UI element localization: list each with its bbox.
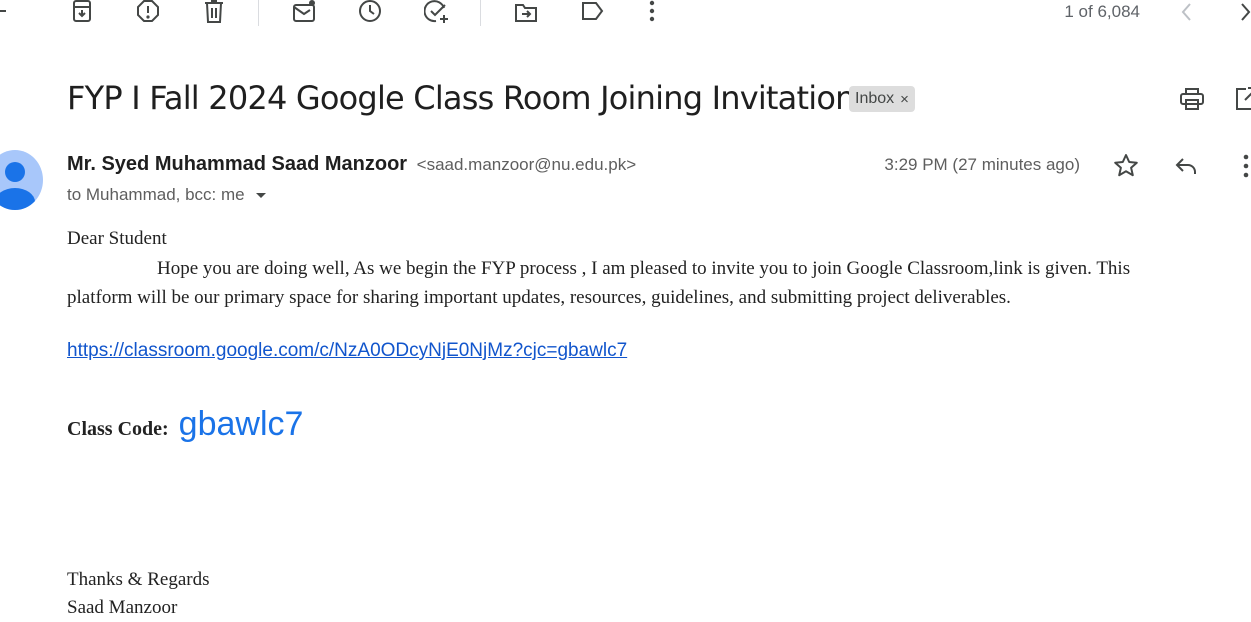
email-timestamp: 3:29 PM (27 minutes ago) [884, 155, 1080, 174]
class-code-label: Class Code: [67, 418, 169, 440]
body-paragraph-line2: platform will be our primary space for s… [67, 287, 1011, 308]
remove-label-button[interactable]: × [900, 91, 909, 108]
sender-email: <saad.manzoor@nu.edu.pk> [416, 155, 637, 174]
more-vert-icon[interactable] [1232, 152, 1251, 180]
report-spam-icon [137, 0, 159, 22]
more-actions-button[interactable] [638, 0, 666, 26]
back-arrow-fragment[interactable] [0, 10, 6, 12]
mark-unread-icon [293, 0, 315, 22]
move-to-button[interactable] [512, 0, 540, 26]
greeting: Dear Student [67, 228, 167, 249]
body-paragraph-line1: Hope you are doing well, As we begin the… [157, 257, 1131, 279]
star-icon[interactable] [1112, 152, 1140, 180]
add-task-icon [424, 0, 448, 23]
pager-count: 1 of 6,084 [1064, 2, 1140, 21]
toolbar: 1 of 6,084 [0, 0, 1251, 26]
snooze-button[interactable] [356, 0, 384, 26]
toolbar-divider [480, 0, 481, 26]
clock-icon [359, 0, 381, 22]
add-to-tasks-button[interactable] [422, 0, 450, 26]
label-name: Inbox [855, 90, 895, 107]
reply-icon[interactable] [1172, 152, 1200, 180]
class-code-line: Class Code: gbawlc7 [67, 405, 303, 444]
closing-line: Thanks & Regards [67, 569, 210, 590]
sender-name[interactable]: Mr. Syed Muhammad Saad Manzoor [67, 153, 407, 175]
class-code-value: gbawlc7 [178, 405, 304, 443]
email-body: Dear Student Hope you are doing well, As… [67, 224, 1247, 313]
archive-button[interactable] [68, 0, 96, 26]
recipients-text: to Muhammad, bcc: me [67, 185, 245, 204]
delete-button[interactable] [200, 0, 228, 26]
sender-line: Mr. Syed Muhammad Saad Manzoor <saad.man… [67, 153, 636, 176]
inbox-label-chip: Inbox × [849, 86, 915, 112]
report-spam-button[interactable] [134, 0, 162, 26]
chevron-right-icon[interactable] [1233, 0, 1251, 24]
signature-block: Thanks & Regards Saad Manzoor [67, 566, 209, 622]
label-icon [582, 2, 604, 20]
sender-avatar[interactable] [0, 150, 43, 210]
caret-down-icon[interactable] [251, 185, 271, 205]
toolbar-divider [258, 0, 259, 26]
signature-name: Saad Manzoor [67, 597, 178, 618]
archive-icon [73, 0, 91, 22]
chevron-left-icon[interactable] [1175, 0, 1199, 24]
mark-unread-button[interactable] [290, 0, 318, 26]
more-vert-icon [649, 0, 655, 22]
print-icon[interactable] [1178, 85, 1206, 113]
person-icon [0, 162, 35, 210]
email-subject: FYP I Fall 2024 Google Class Room Joinin… [67, 79, 855, 117]
trash-icon [205, 0, 223, 23]
recipients-line: to Muhammad, bcc: me [67, 185, 271, 205]
labels-button[interactable] [578, 0, 606, 26]
move-to-folder-icon [515, 4, 537, 22]
open-in-new-window-icon[interactable] [1232, 85, 1251, 113]
classroom-link[interactable]: https://classroom.google.com/c/NzA0ODcyN… [67, 340, 627, 362]
